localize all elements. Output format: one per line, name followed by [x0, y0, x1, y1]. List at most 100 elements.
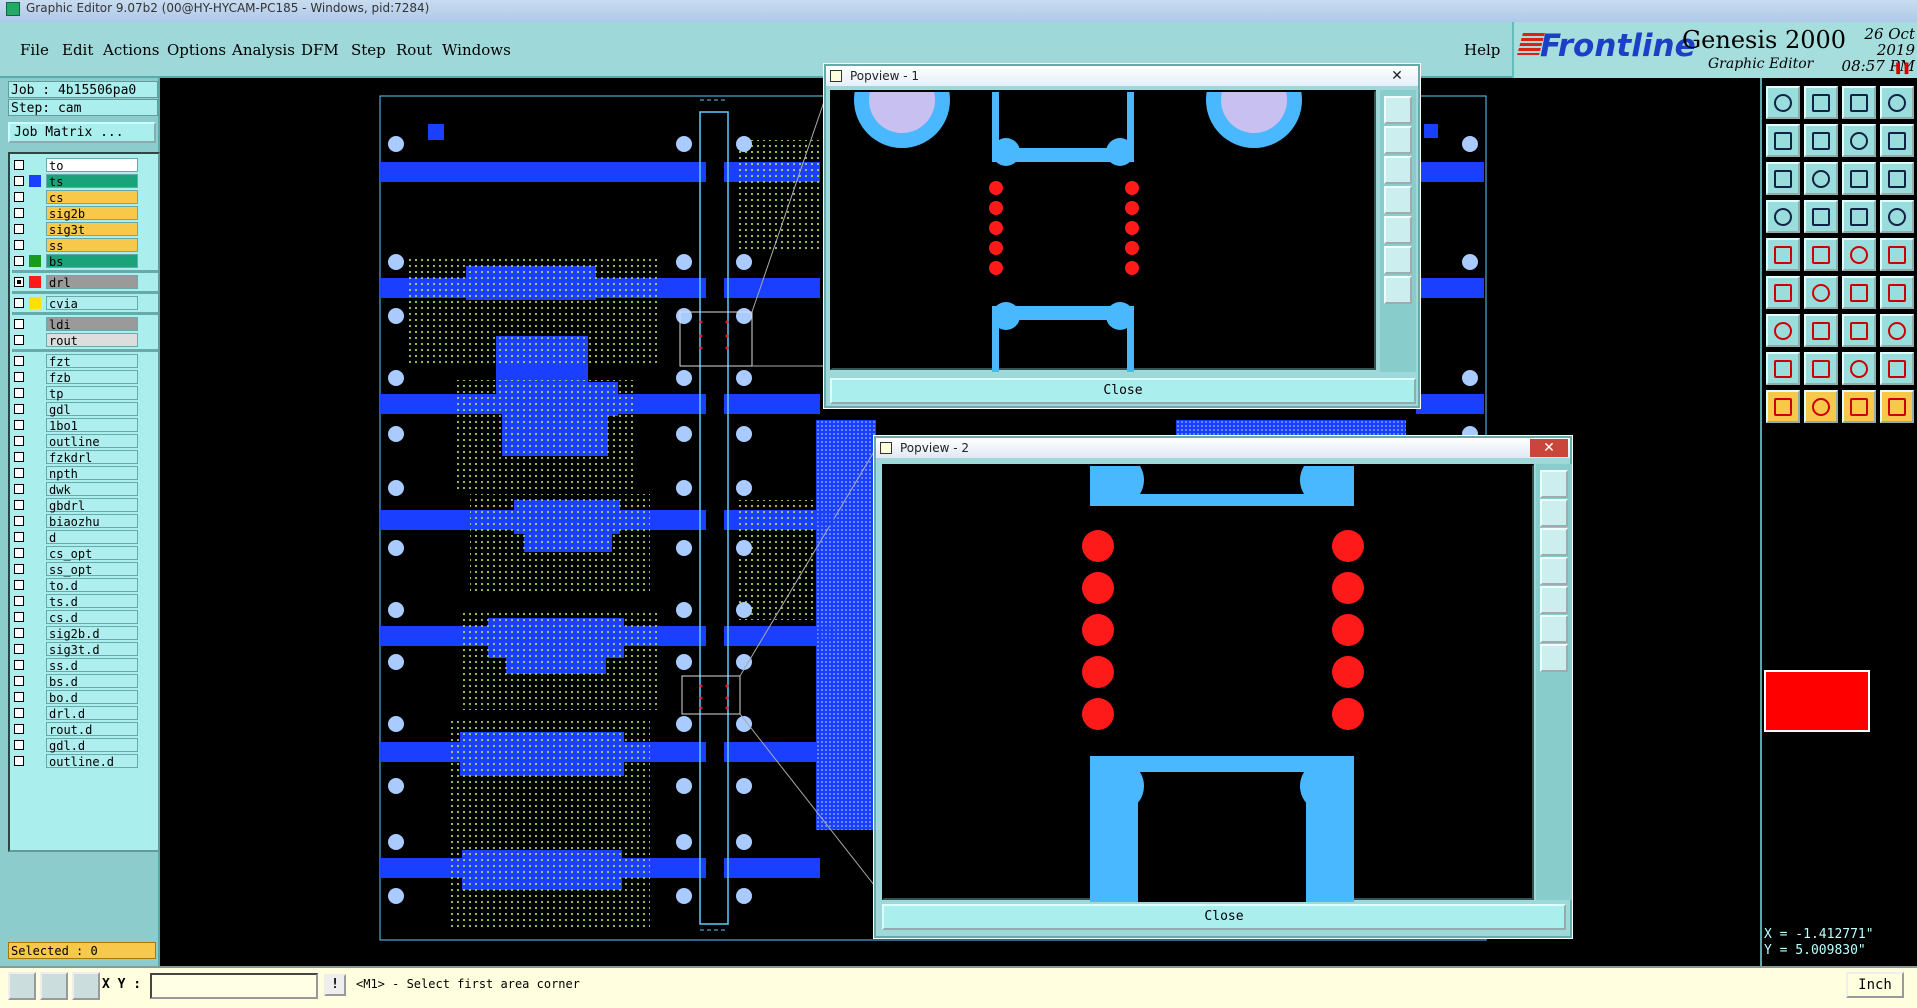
- via-pad: [388, 254, 404, 270]
- soldermask-hatch: [408, 256, 658, 366]
- route-icon[interactable]: [1842, 276, 1876, 309]
- minus-icon[interactable]: [1804, 352, 1838, 385]
- popview-tool-button[interactable]: [1540, 644, 1568, 672]
- popview-tool-button[interactable]: [1384, 126, 1412, 154]
- zoom-icon[interactable]: [1804, 162, 1838, 195]
- layer-color-preview: [1764, 670, 1870, 732]
- tool-glyph: [1850, 284, 1868, 302]
- question-icon[interactable]: [1880, 162, 1914, 195]
- link-icon[interactable]: [1880, 352, 1914, 385]
- tool-glyph: [1774, 170, 1792, 188]
- scale-icon[interactable]: [1842, 162, 1876, 195]
- undo-icon[interactable]: [1766, 124, 1800, 157]
- tool-glyph: [1774, 398, 1792, 416]
- triangle-icon[interactable]: [1880, 390, 1914, 423]
- popview-1-viewport[interactable]: [830, 90, 1376, 372]
- drill-hole: [1125, 241, 1139, 255]
- copper-trace: [724, 742, 820, 762]
- warning-icon[interactable]: !: [324, 974, 346, 996]
- align-icon[interactable]: [1880, 200, 1914, 233]
- tool-glyph: [1774, 246, 1792, 264]
- zoom-1-icon[interactable]: [1842, 124, 1876, 157]
- fit-icon[interactable]: [1766, 162, 1800, 195]
- plus-icon[interactable]: [1766, 352, 1800, 385]
- cut-icon[interactable]: [1804, 238, 1838, 271]
- layers-icon[interactable]: [1842, 200, 1876, 233]
- triangle-icon[interactable]: [1766, 390, 1800, 423]
- popview-tool-button[interactable]: [1540, 557, 1568, 585]
- popview-2-close-button[interactable]: Close: [882, 904, 1566, 930]
- measure-icon[interactable]: [40, 972, 68, 1000]
- via-pad: [1462, 254, 1478, 270]
- zoom-area-icon[interactable]: [8, 972, 36, 1000]
- via-pad: [388, 136, 404, 152]
- pad-icon[interactable]: [1880, 238, 1914, 271]
- feature-icon[interactable]: [1880, 314, 1914, 347]
- popview-tool-button[interactable]: [1384, 96, 1412, 124]
- via-pad: [736, 778, 752, 794]
- redo-icon[interactable]: [1804, 124, 1838, 157]
- grid-icon[interactable]: [72, 972, 100, 1000]
- popview-tool-button[interactable]: [1384, 276, 1412, 304]
- popview-tool-button[interactable]: [1540, 615, 1568, 643]
- drill-hole: [699, 334, 703, 338]
- popview-1-close-icon[interactable]: ✕: [1378, 67, 1416, 85]
- copper-trace: [724, 394, 820, 414]
- net-icon[interactable]: [1804, 200, 1838, 233]
- popview-2-title: Popview - 2: [900, 441, 969, 455]
- popview-tool-button[interactable]: [1540, 499, 1568, 527]
- via-pad: [736, 308, 752, 324]
- window-icon[interactable]: [1880, 86, 1914, 119]
- popview-1-titlebar: Popview - 1 ✕: [826, 66, 1418, 86]
- cad-icon[interactable]: [1766, 200, 1800, 233]
- soldermask-hatch: [470, 494, 650, 594]
- arc-icon[interactable]: [1880, 276, 1914, 309]
- tool-glyph: [1888, 398, 1906, 416]
- via-pad: [736, 540, 752, 556]
- help-icon[interactable]: [1880, 124, 1914, 157]
- drill-hole: [1125, 181, 1139, 195]
- popview-tool-button[interactable]: [1540, 470, 1568, 498]
- popview-1-window: Popview - 1 ✕ Close: [824, 64, 1420, 408]
- drill-hole: [1332, 572, 1364, 604]
- move-layer-icon[interactable]: [1804, 86, 1838, 119]
- angle-icon[interactable]: [1766, 314, 1800, 347]
- popview-tool-button[interactable]: [1540, 528, 1568, 556]
- ruler-icon[interactable]: [1842, 238, 1876, 271]
- popview-1-close-button[interactable]: Close: [830, 378, 1416, 404]
- popview-tool-button[interactable]: [1384, 246, 1412, 274]
- copy-layer-icon[interactable]: [1766, 86, 1800, 119]
- xy-input[interactable]: [150, 973, 318, 999]
- tool-glyph: [1888, 322, 1906, 340]
- via-pad: [676, 480, 692, 496]
- tool-glyph: [1850, 246, 1868, 264]
- units-selector[interactable]: Inch: [1846, 972, 1904, 998]
- drill-hole: [989, 181, 1003, 195]
- fiducial-marker: [428, 124, 444, 140]
- triangle-icon[interactable]: [1842, 390, 1876, 423]
- coord-y: Y = 5.009830": [1764, 943, 1866, 958]
- merge-icon[interactable]: [1842, 352, 1876, 385]
- snap-icon[interactable]: [1804, 276, 1838, 309]
- popview-2-viewport[interactable]: [882, 464, 1534, 902]
- popview-tool-button[interactable]: [1384, 216, 1412, 244]
- via-pad: [676, 308, 692, 324]
- popview-tool-button[interactable]: [1540, 586, 1568, 614]
- node-icon[interactable]: [1766, 276, 1800, 309]
- home-icon[interactable]: [1842, 86, 1876, 119]
- via-pad: [388, 540, 404, 556]
- popview-tool-button[interactable]: [1384, 156, 1412, 184]
- via-pad: [388, 834, 404, 850]
- popview-2-close-icon[interactable]: ✕: [1530, 439, 1568, 457]
- popview-tool-button[interactable]: [1384, 186, 1412, 214]
- via-pad: [676, 426, 692, 442]
- curve-icon[interactable]: [1842, 314, 1876, 347]
- drill-hole: [989, 241, 1003, 255]
- tool-glyph: [1850, 360, 1868, 378]
- tool-glyph: [1774, 284, 1792, 302]
- line-icon[interactable]: [1804, 314, 1838, 347]
- drill-hole: [725, 696, 729, 700]
- select-icon[interactable]: [1766, 238, 1800, 271]
- via-pad: [388, 888, 404, 904]
- triangle-icon[interactable]: [1804, 390, 1838, 423]
